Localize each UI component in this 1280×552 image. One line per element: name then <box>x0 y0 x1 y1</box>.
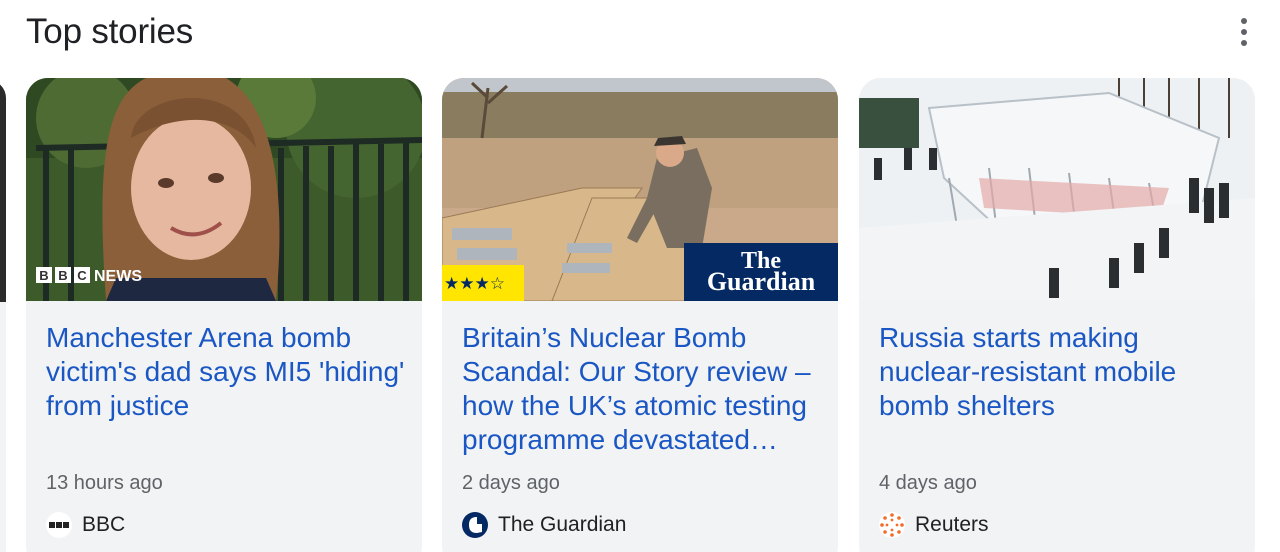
bbc-logo-icon <box>46 512 72 538</box>
image-overlay-label: NEWS <box>94 268 142 285</box>
section-title: Top stories <box>26 12 194 51</box>
story-source: Reuters <box>879 510 989 540</box>
story-timestamp: 4 days ago <box>879 472 977 494</box>
image-overlay-label: Guardian <box>707 267 816 296</box>
story-timestamp: 2 days ago <box>462 472 560 494</box>
story-headline[interactable]: Russia starts making nuclear-resistant m… <box>879 321 1239 423</box>
source-name: BBC <box>82 513 126 536</box>
previous-card-thumbnail <box>0 80 6 302</box>
reuters-logo-icon <box>879 512 905 538</box>
svg-text:C: C <box>77 268 87 283</box>
story-card[interactable]: The Guardian ★★★☆ Britain’s Nuclear Bomb… <box>442 78 838 552</box>
more-options-button[interactable] <box>1232 14 1256 50</box>
story-headline[interactable]: Britain’s Nuclear Bomb Scandal: Our Stor… <box>462 321 822 457</box>
more-vert-icon <box>1241 18 1247 24</box>
story-source: The Guardian <box>462 510 626 540</box>
section-header: Top stories <box>26 10 1256 56</box>
svg-text:B: B <box>58 268 67 283</box>
story-source: BBC <box>46 510 125 540</box>
more-vert-icon-dot <box>1241 40 1247 46</box>
story-card[interactable]: Russia starts making nuclear-resistant m… <box>859 78 1255 552</box>
guardian-logo-icon <box>462 512 488 538</box>
previous-card-edge[interactable] <box>0 80 6 552</box>
more-vert-icon-dot <box>1241 29 1247 35</box>
story-timestamp: 13 hours ago <box>46 472 163 494</box>
svg-text:B: B <box>39 268 48 283</box>
star-rating: ★★★☆ <box>444 274 505 294</box>
story-thumbnail <box>859 78 1255 301</box>
source-name: Reuters <box>915 513 989 536</box>
story-card[interactable]: B B C NEWS Manchester Arena bomb victim'… <box>26 78 422 552</box>
source-name: The Guardian <box>498 513 627 536</box>
story-headline[interactable]: Manchester Arena bomb victim's dad says … <box>46 321 406 423</box>
story-thumbnail: The Guardian ★★★☆ <box>442 78 838 301</box>
story-thumbnail: B B C NEWS <box>26 78 422 301</box>
